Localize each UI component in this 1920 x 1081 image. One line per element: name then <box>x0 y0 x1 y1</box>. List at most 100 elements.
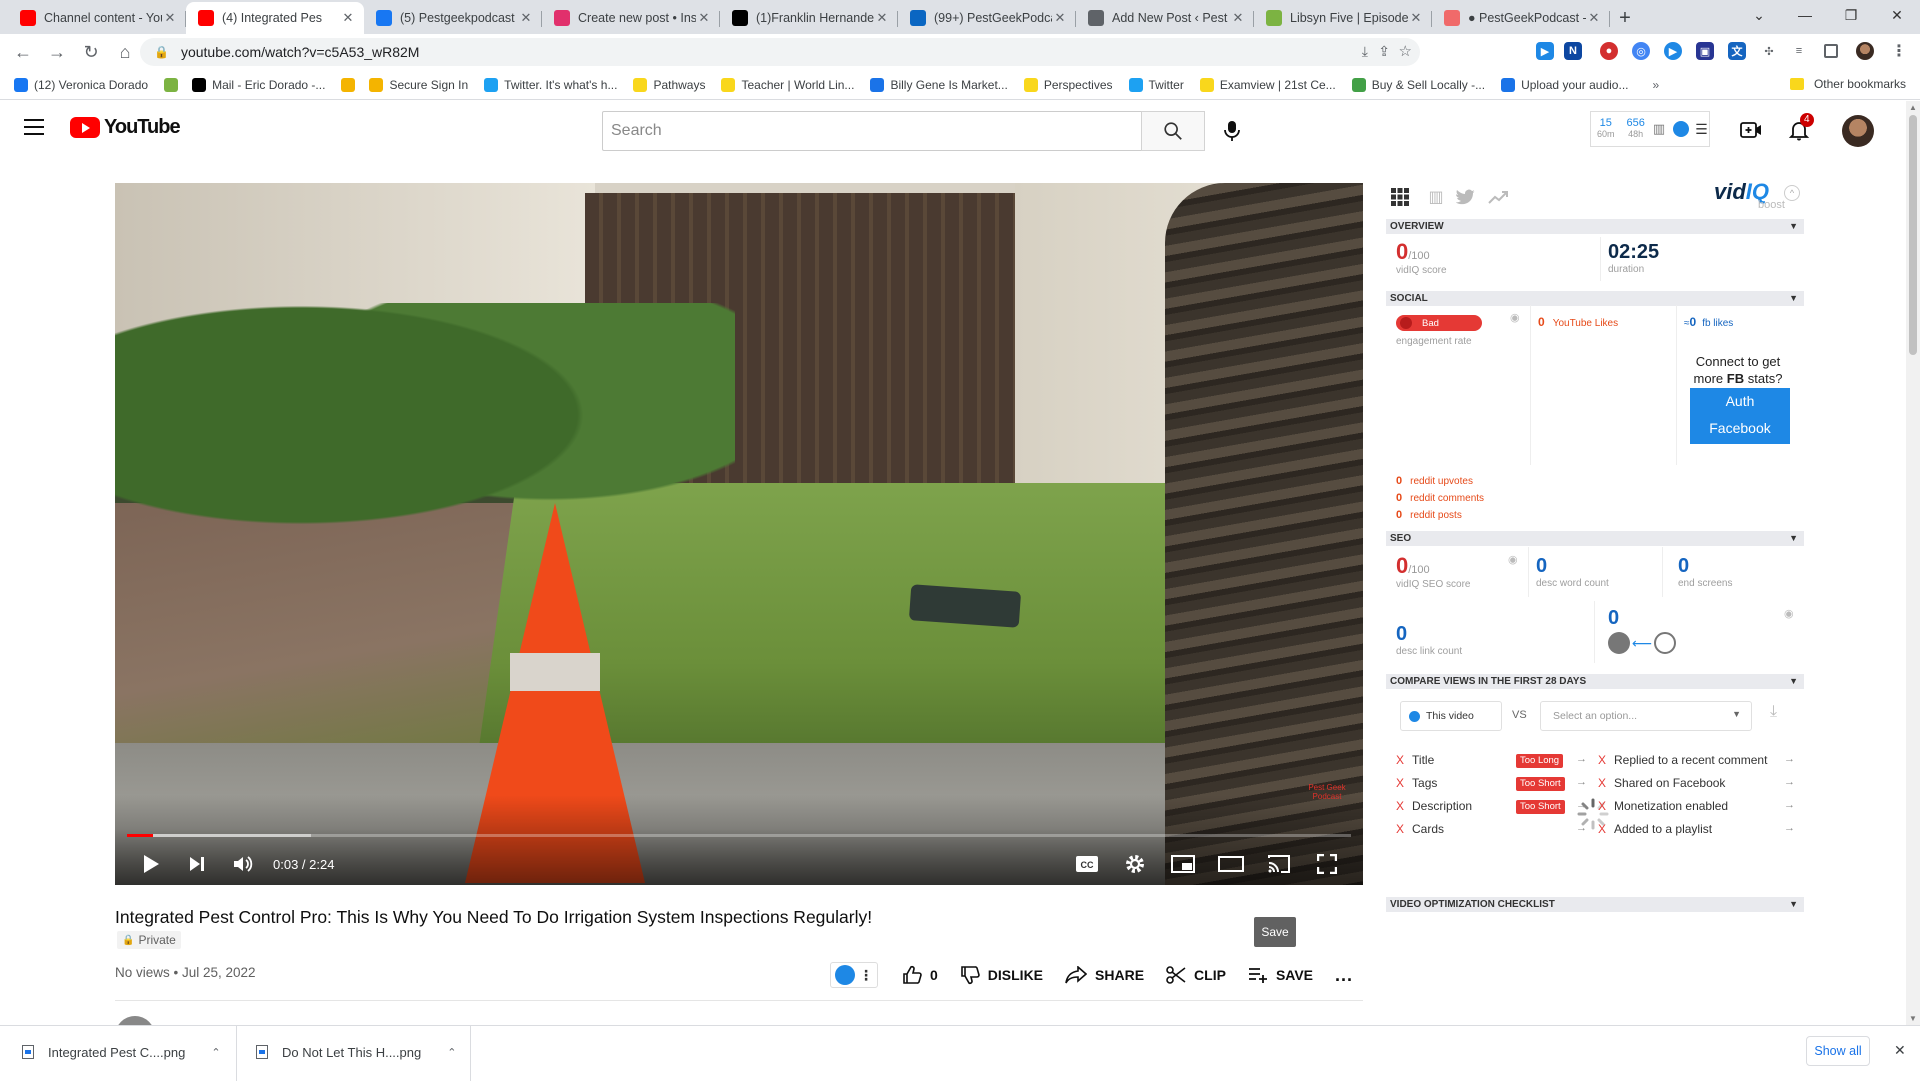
play-button[interactable] <box>135 848 167 880</box>
bookmark-item[interactable]: Buy & Sell Locally -... <box>1351 77 1485 92</box>
extension-translate-icon[interactable]: 文 <box>1728 42 1746 60</box>
checklist-item[interactable]: X Monetization enabled <box>1598 799 1728 813</box>
home-button[interactable]: ⌂ <box>108 38 142 66</box>
fullscreen-button[interactable] <box>1311 848 1343 880</box>
chevron-up-icon[interactable]: ⌃ <box>447 1046 456 1059</box>
checklist-item[interactable]: X Replied to a recent comment <box>1598 753 1767 767</box>
bar-chart-icon[interactable]: ▥ <box>1426 187 1446 207</box>
video-player[interactable]: Pest Geek Podcast 0:03 / 2:24 CC <box>115 183 1363 885</box>
chevron-down-icon[interactable]: ⌄ <box>1736 0 1782 30</box>
bookmark-item[interactable]: Secure Sign In <box>369 77 468 92</box>
download-item[interactable]: Do Not Let This H....png ⌃ <box>256 1040 456 1064</box>
compare-select[interactable]: Select an option... ▼ <box>1540 701 1752 731</box>
vidiq-realtime-stats[interactable]: 15 60m 656 48h ▥ ☰ <box>1590 111 1710 147</box>
eye-icon[interactable]: ◉ <box>1784 607 1794 620</box>
browser-tab[interactable]: Libsyn Five | Episode ✕ <box>1254 2 1432 34</box>
volume-button[interactable] <box>227 848 259 880</box>
bookmarks-overflow-button[interactable]: » <box>1652 78 1659 92</box>
checklist-item[interactable]: X Title <box>1396 753 1434 767</box>
search-button[interactable] <box>1141 111 1205 151</box>
menu-icon[interactable] <box>24 119 44 135</box>
browser-tab[interactable]: (99+) PestGeekPodcas ✕ <box>898 2 1076 34</box>
download-item[interactable]: Integrated Pest C....png ⌃ <box>22 1040 221 1064</box>
close-tab-icon[interactable]: ✕ <box>1052 10 1068 26</box>
checklist-item[interactable]: X Description <box>1396 799 1472 813</box>
eye-icon[interactable]: ◉ <box>1510 311 1520 324</box>
notifications-bell-icon[interactable]: 4 <box>1786 113 1814 143</box>
browser-tab[interactable]: (5) Pestgeekpodcast | ✕ <box>364 2 542 34</box>
chevron-up-icon[interactable]: ⌃ <box>211 1046 220 1059</box>
browser-tab[interactable]: (4) Integrated Pes ✕ <box>186 2 364 34</box>
browser-tab[interactable]: ● PestGeekPodcast - S ✕ <box>1432 2 1610 34</box>
more-actions-button[interactable]: ... <box>1335 965 1353 986</box>
scrollbar-thumb[interactable] <box>1909 115 1917 355</box>
settings-button[interactable] <box>1119 848 1151 880</box>
like-button[interactable]: 0 <box>902 965 938 985</box>
close-tab-icon[interactable]: ✕ <box>518 10 534 26</box>
checklist-item[interactable]: X Added to a playlist <box>1598 822 1712 836</box>
miniplayer-button[interactable] <box>1167 848 1199 880</box>
optimization-checklist-header[interactable]: VIDEO OPTIMIZATION CHECKLIST ▼ <box>1386 897 1804 912</box>
auth-facebook-button[interactable]: Auth Facebook <box>1690 388 1790 444</box>
browser-tab[interactable]: Add New Post ‹ Pest G ✕ <box>1076 2 1254 34</box>
bookmark-item[interactable]: Twitter. It's what's h... <box>484 77 617 92</box>
browser-tab[interactable]: Create new post • Inst ✕ <box>542 2 720 34</box>
dislike-button[interactable]: DISLIKE <box>960 965 1043 985</box>
twitter-icon[interactable] <box>1456 187 1476 207</box>
browser-menu-icon[interactable]: ⋮ <box>1890 42 1908 60</box>
scroll-up-icon[interactable]: ▲ <box>1909 103 1917 112</box>
close-window-button[interactable]: ✕ <box>1874 0 1920 30</box>
checklist-item[interactable]: X Tags <box>1396 776 1437 790</box>
cast-button[interactable] <box>1263 848 1295 880</box>
scroll-down-icon[interactable]: ▼ <box>1909 1014 1917 1023</box>
voice-search-button[interactable] <box>1216 115 1248 147</box>
this-video-chip[interactable]: This video <box>1400 701 1502 731</box>
subtitles-button[interactable]: CC <box>1071 848 1103 880</box>
minimize-button[interactable]: — <box>1782 0 1828 30</box>
social-section-header[interactable]: SOCIAL ▼ <box>1386 291 1804 306</box>
address-bar[interactable]: 🔒 youtube.com/watch?v=c5A53_wR82M ⤓ ⇪ ☆ <box>140 38 1420 66</box>
download-icon[interactable]: ⤓ <box>1770 703 1777 721</box>
bookmark-item[interactable]: Upload your audio... <box>1501 77 1628 92</box>
extension-vidiq-2-icon[interactable]: ▶ <box>1664 42 1682 60</box>
eye-icon[interactable]: ◉ <box>1508 553 1518 566</box>
bookmark-star-icon[interactable]: ☆ <box>1399 42 1412 60</box>
create-video-icon[interactable] <box>1738 117 1764 143</box>
bookmark-item[interactable] <box>341 77 361 92</box>
arrow-right-icon[interactable]: → <box>1576 822 1587 834</box>
close-downloads-button[interactable]: ✕ <box>1894 1042 1906 1059</box>
progress-bar[interactable] <box>127 834 1351 837</box>
bookmark-item[interactable] <box>164 77 184 92</box>
bookmark-item[interactable]: Teacher | World Lin... <box>721 77 854 92</box>
extension-record-icon[interactable]: ● <box>1600 42 1618 60</box>
theater-mode-button[interactable] <box>1215 848 1247 880</box>
arrow-right-icon[interactable]: → <box>1784 822 1795 834</box>
arrow-right-icon[interactable]: → <box>1576 799 1587 811</box>
bookmark-item[interactable]: Twitter <box>1128 77 1184 92</box>
close-tab-icon[interactable]: ✕ <box>696 10 712 26</box>
youtube-logo[interactable]: YouTube <box>70 116 181 139</box>
bookmark-item[interactable]: Billy Gene Is Market... <box>870 77 1008 92</box>
user-avatar[interactable] <box>1842 115 1874 147</box>
other-bookmarks[interactable]: Other bookmarks <box>1789 77 1906 91</box>
grid-icon[interactable] <box>1390 187 1410 207</box>
bookmark-item[interactable]: (12) Veronica Dorado <box>14 77 148 92</box>
close-tab-icon[interactable]: ✕ <box>162 10 178 26</box>
arrow-right-icon[interactable]: → <box>1784 753 1795 765</box>
collapse-panel-icon[interactable]: ^ <box>1784 185 1800 201</box>
back-button[interactable]: ← <box>6 38 40 66</box>
bookmark-item[interactable]: Perspectives <box>1023 77 1113 92</box>
bookmark-item[interactable]: Examview | 21st Ce... <box>1199 77 1336 92</box>
reading-list-icon[interactable]: ≡ <box>1790 42 1808 60</box>
maximize-button[interactable]: ❐ <box>1828 0 1874 30</box>
arrow-right-icon[interactable]: → <box>1576 776 1587 788</box>
arrow-right-icon[interactable]: → <box>1576 753 1587 765</box>
page-scrollbar[interactable]: ▲ ▼ <box>1906 101 1920 1025</box>
reload-button[interactable]: ↻ <box>74 38 108 66</box>
close-tab-icon[interactable]: ✕ <box>1408 10 1424 26</box>
browser-tab[interactable]: Channel content - You ✕ <box>8 2 186 34</box>
seo-section-header[interactable]: SEO ▼ <box>1386 531 1804 546</box>
close-tab-icon[interactable]: ✕ <box>340 10 356 26</box>
trending-icon[interactable] <box>1488 187 1508 207</box>
bookmark-item[interactable]: Pathways <box>633 77 705 92</box>
